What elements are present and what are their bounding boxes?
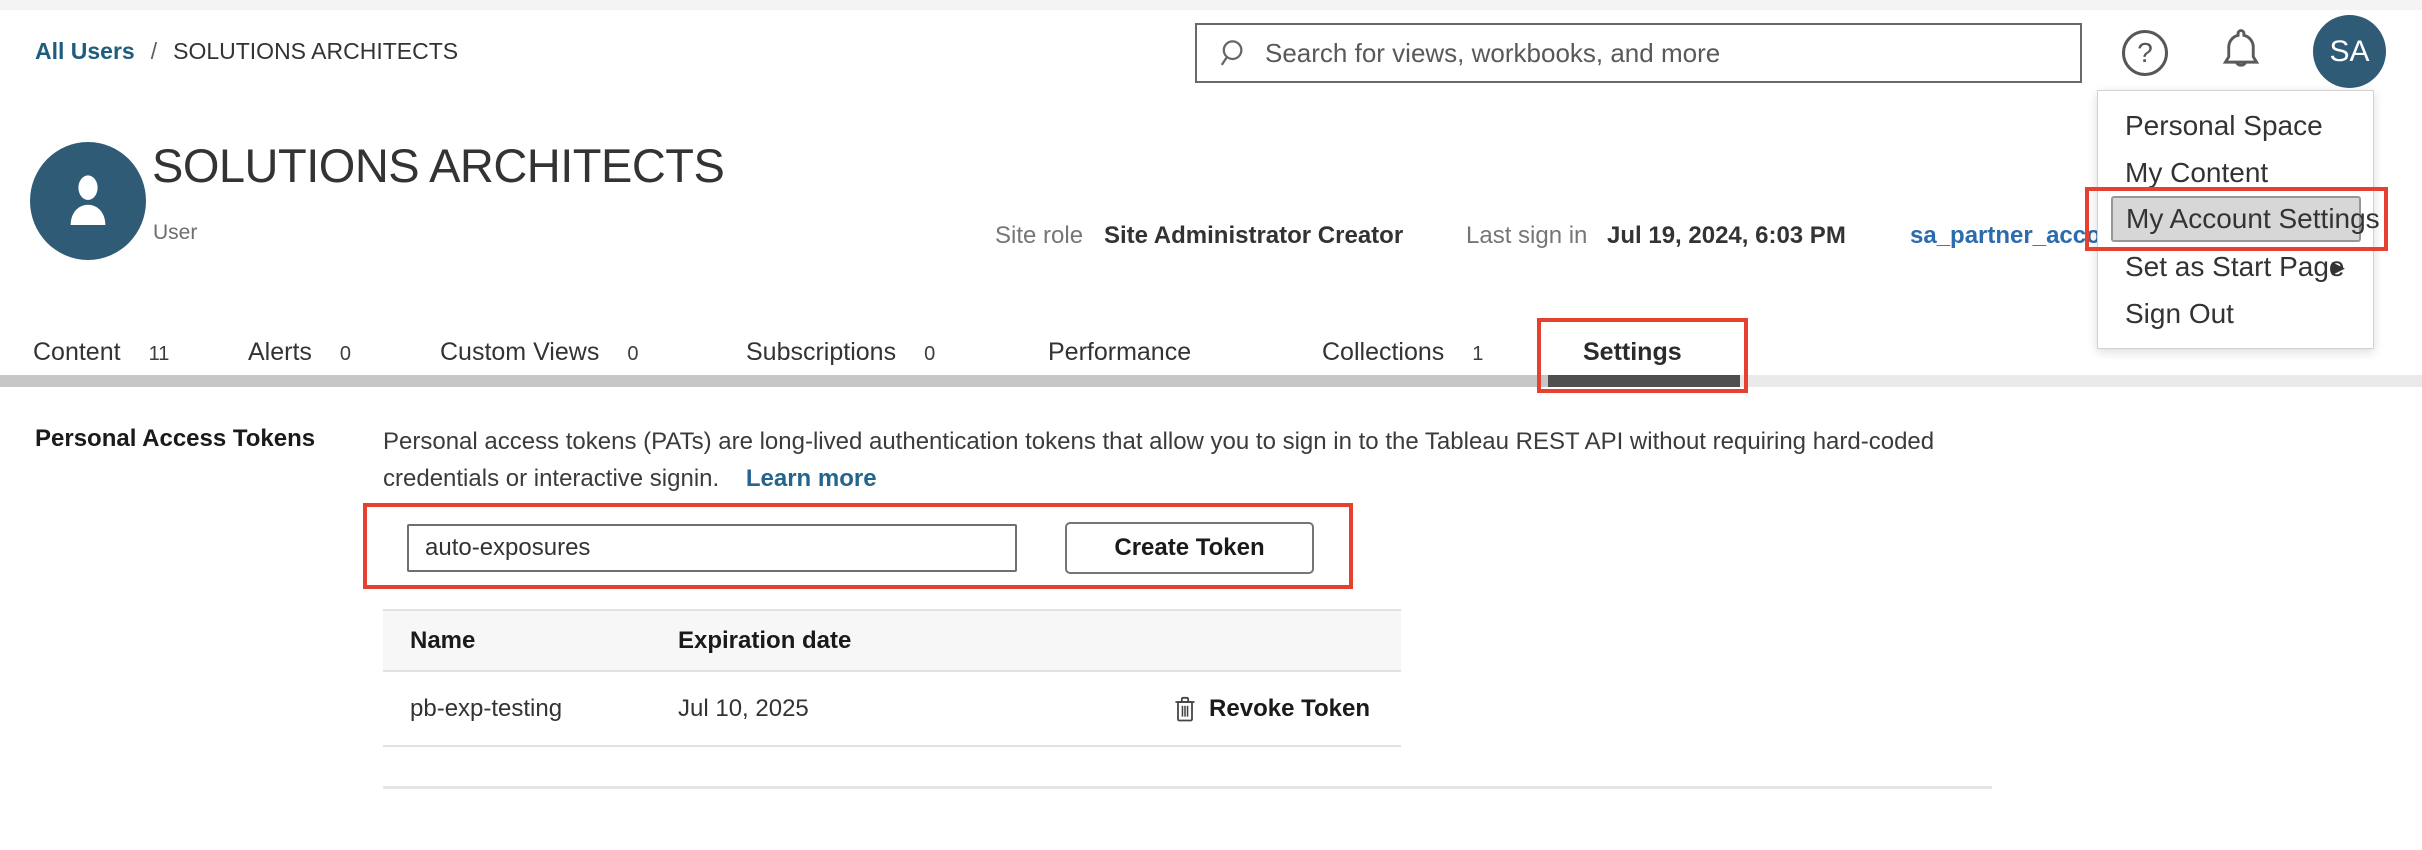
tab-label: Subscriptions <box>746 338 896 367</box>
tab-strip <box>1740 375 2422 387</box>
section-divider <box>383 786 1992 789</box>
personal-access-tokens-label: Personal Access Tokens <box>35 425 315 453</box>
revoke-token-button[interactable]: Revoke Token <box>1173 695 1401 723</box>
tab-strip <box>0 375 1548 387</box>
help-glyph: ? <box>2137 37 2153 69</box>
window-top-strip <box>0 0 2422 10</box>
token-name-input[interactable] <box>407 524 1017 572</box>
breadcrumb: All Users / SOLUTIONS ARCHITECTS <box>35 38 458 65</box>
breadcrumb-current-user: SOLUTIONS ARCHITECTS <box>173 38 458 65</box>
tab-settings-active[interactable]: Settings <box>1583 338 1682 367</box>
tab-custom-views[interactable]: Custom Views 0 <box>440 338 638 367</box>
pat-description-text: Personal access tokens (PATs) are long-l… <box>383 428 1934 492</box>
menu-item-personal-space[interactable]: Personal Space <box>2098 102 2373 149</box>
help-icon[interactable]: ? <box>2122 30 2168 76</box>
tab-performance[interactable]: Performance <box>1048 338 1191 367</box>
tab-content[interactable]: Content 11 <box>33 338 169 367</box>
tab-collections[interactable]: Collections 1 <box>1322 338 1483 367</box>
person-icon <box>56 166 120 236</box>
breadcrumb-separator: / <box>151 38 157 65</box>
breadcrumb-all-users-link[interactable]: All Users <box>35 38 135 65</box>
tab-subscriptions[interactable]: Subscriptions 0 <box>746 338 935 367</box>
tab-count: 0 <box>340 343 351 366</box>
tab-count: 0 <box>924 343 935 366</box>
search-input[interactable] <box>1265 38 2080 69</box>
global-search[interactable] <box>1195 23 2082 83</box>
token-table: Name Expiration date pb-exp-testing Jul … <box>383 609 1401 747</box>
column-header-expiration: Expiration date <box>678 627 851 655</box>
pat-description: Personal access tokens (PATs) are long-l… <box>383 423 2018 497</box>
create-token-button[interactable]: Create Token <box>1065 522 1314 574</box>
last-sign-in-value: Jul 19, 2024, 6:03 PM <box>1607 222 1846 250</box>
tab-label: Content <box>33 338 121 367</box>
token-table-header: Name Expiration date <box>383 609 1401 672</box>
set-as-start-page-label: Set as Start Page <box>2125 251 2344 282</box>
user-type-label: User <box>153 221 197 245</box>
my-account-settings-highlight[interactable]: My Account Settings <box>2111 196 2361 242</box>
token-name-cell: pb-exp-testing <box>383 695 678 723</box>
tab-label: Performance <box>1048 338 1191 367</box>
search-icon <box>1217 36 1251 70</box>
tab-alerts[interactable]: Alerts 0 <box>248 338 351 367</box>
submenu-arrow-icon: ▶ <box>2332 244 2345 291</box>
learn-more-link[interactable]: Learn more <box>746 465 877 492</box>
tab-label: Custom Views <box>440 338 599 367</box>
token-expiration-cell: Jul 10, 2025 <box>678 695 809 723</box>
revoke-token-label: Revoke Token <box>1209 695 1370 723</box>
avatar-initials: SA <box>2329 35 2369 69</box>
active-tab-underline <box>1548 375 1740 387</box>
tab-count: 1 <box>1472 343 1483 366</box>
tab-label: Collections <box>1322 338 1444 367</box>
notifications-bell-icon[interactable] <box>2216 26 2266 85</box>
trash-icon <box>1173 695 1197 723</box>
site-role-label: Site role <box>995 222 1083 250</box>
tab-count: 0 <box>627 343 638 366</box>
user-avatar-menu-button[interactable]: SA <box>2313 15 2386 88</box>
menu-item-my-account-settings[interactable]: My Account Settings <box>2098 196 2373 243</box>
tab-label: Alerts <box>248 338 312 367</box>
profile-avatar <box>30 142 146 260</box>
column-header-name: Name <box>383 627 678 655</box>
site-role-value: Site Administrator Creator <box>1104 222 1403 250</box>
last-sign-in-label: Last sign in <box>1466 222 1587 250</box>
tableau-user-settings-page: All Users / SOLUTIONS ARCHITECTS ? SA SO… <box>0 0 2422 850</box>
page-title: SOLUTIONS ARCHITECTS <box>152 138 724 193</box>
menu-item-sign-out[interactable]: Sign Out <box>2098 290 2373 337</box>
menu-item-my-content[interactable]: My Content <box>2098 149 2373 196</box>
account-dropdown-menu: Personal Space My Content My Account Set… <box>2097 90 2374 349</box>
tab-count: 11 <box>149 343 170 366</box>
table-row: pb-exp-testing Jul 10, 2025 Revoke Token <box>383 672 1401 747</box>
username-link[interactable]: sa_partner_accou <box>1910 222 2115 250</box>
menu-item-set-as-start-page[interactable]: Set as Start Page ▶ <box>2098 243 2373 290</box>
